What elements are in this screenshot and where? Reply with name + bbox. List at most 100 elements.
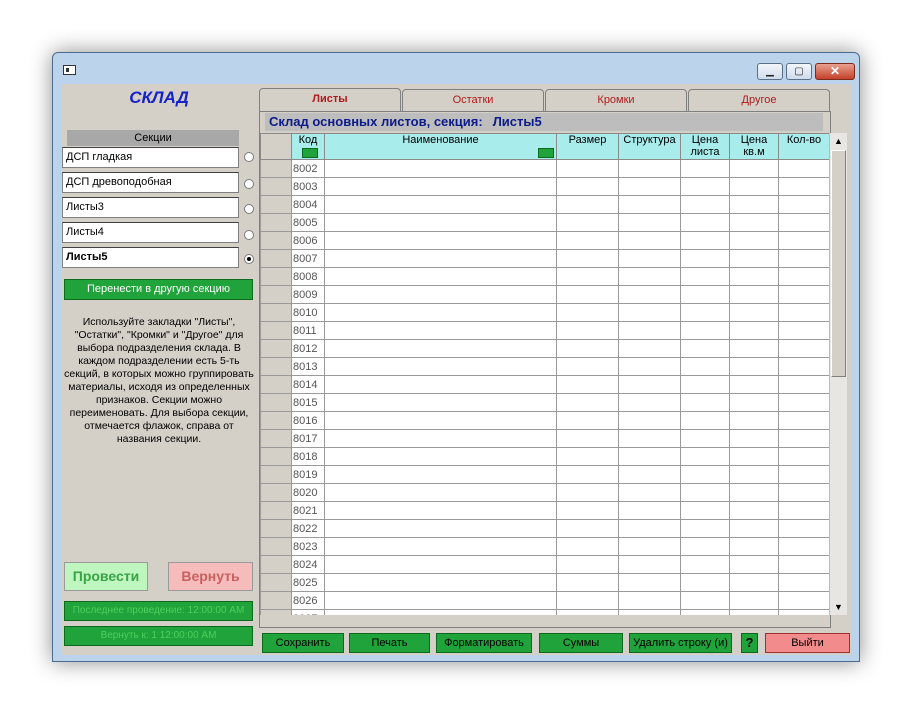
row-header[interactable] bbox=[260, 249, 292, 268]
table-cell[interactable] bbox=[778, 231, 829, 250]
table-cell[interactable] bbox=[729, 213, 779, 232]
cell-code[interactable]: 8019 bbox=[291, 465, 325, 484]
table-cell[interactable] bbox=[680, 591, 730, 610]
cell-code[interactable]: 8022 bbox=[291, 519, 325, 538]
table-cell[interactable] bbox=[556, 357, 619, 376]
table-cell[interactable] bbox=[680, 303, 730, 322]
table-cell[interactable] bbox=[556, 483, 619, 502]
format-button[interactable]: Форматировать bbox=[436, 633, 532, 653]
cell-code[interactable]: 8008 bbox=[291, 267, 325, 286]
table-cell[interactable] bbox=[729, 321, 779, 340]
row-header[interactable] bbox=[260, 231, 292, 250]
row-header[interactable] bbox=[260, 483, 292, 502]
table-cell[interactable] bbox=[556, 339, 619, 358]
table-row[interactable]: 8026 bbox=[260, 591, 829, 610]
table-cell[interactable] bbox=[324, 249, 557, 268]
table-row[interactable]: 8018 bbox=[260, 447, 829, 466]
table-row[interactable]: 8023 bbox=[260, 537, 829, 556]
table-cell[interactable] bbox=[729, 429, 779, 448]
row-header[interactable] bbox=[260, 429, 292, 448]
table-cell[interactable] bbox=[729, 591, 779, 610]
section-radio-2[interactable] bbox=[244, 179, 254, 189]
table-cell[interactable] bbox=[729, 195, 779, 214]
table-cell[interactable] bbox=[324, 429, 557, 448]
move-to-section-button[interactable]: Перенести в другую секцию bbox=[64, 279, 253, 300]
table-cell[interactable] bbox=[556, 591, 619, 610]
cell-code[interactable]: 8016 bbox=[291, 411, 325, 430]
table-cell[interactable] bbox=[778, 375, 829, 394]
row-header[interactable] bbox=[260, 519, 292, 538]
table-cell[interactable] bbox=[729, 357, 779, 376]
table-cell[interactable] bbox=[778, 177, 829, 196]
table-cell[interactable] bbox=[556, 195, 619, 214]
table-cell[interactable] bbox=[556, 267, 619, 286]
table-cell[interactable] bbox=[729, 285, 779, 304]
table-cell[interactable] bbox=[729, 339, 779, 358]
table-cell[interactable] bbox=[680, 411, 730, 430]
table-cell[interactable] bbox=[324, 519, 557, 538]
row-header[interactable] bbox=[260, 609, 292, 615]
row-header[interactable] bbox=[260, 537, 292, 556]
tab-drugoe[interactable]: Другое bbox=[688, 89, 830, 111]
table-cell[interactable] bbox=[680, 339, 730, 358]
table-row[interactable]: 8009 bbox=[260, 285, 829, 304]
table-cell[interactable] bbox=[324, 375, 557, 394]
table-cell[interactable] bbox=[618, 249, 681, 268]
table-row[interactable]: 8007 bbox=[260, 249, 829, 268]
table-row[interactable]: 8027 bbox=[260, 609, 829, 615]
row-header[interactable] bbox=[260, 159, 292, 178]
tab-ostatki[interactable]: Остатки bbox=[402, 89, 544, 111]
table-cell[interactable] bbox=[729, 249, 779, 268]
row-header[interactable] bbox=[260, 573, 292, 592]
table-cell[interactable] bbox=[729, 501, 779, 520]
table-cell[interactable] bbox=[680, 375, 730, 394]
table-row[interactable]: 8022 bbox=[260, 519, 829, 538]
table-cell[interactable] bbox=[556, 249, 619, 268]
table-cell[interactable] bbox=[729, 303, 779, 322]
maximize-button[interactable]: ▢ bbox=[786, 63, 812, 80]
table-cell[interactable] bbox=[680, 519, 730, 538]
table-cell[interactable] bbox=[729, 231, 779, 250]
table-cell[interactable] bbox=[324, 555, 557, 574]
table-cell[interactable] bbox=[324, 231, 557, 250]
cell-code[interactable]: 8017 bbox=[291, 429, 325, 448]
provesti-button[interactable]: Провести bbox=[64, 562, 148, 591]
table-cell[interactable] bbox=[778, 573, 829, 592]
table-row[interactable]: 8006 bbox=[260, 231, 829, 250]
cell-code[interactable]: 8005 bbox=[291, 213, 325, 232]
table-cell[interactable] bbox=[680, 231, 730, 250]
table-cell[interactable] bbox=[556, 519, 619, 538]
table-cell[interactable] bbox=[618, 483, 681, 502]
filter-marker[interactable] bbox=[302, 148, 318, 158]
table-cell[interactable] bbox=[618, 447, 681, 466]
table-cell[interactable] bbox=[680, 267, 730, 286]
table-cell[interactable] bbox=[618, 321, 681, 340]
cell-code[interactable]: 8012 bbox=[291, 339, 325, 358]
table-cell[interactable] bbox=[618, 159, 681, 178]
filter-marker[interactable] bbox=[538, 148, 554, 158]
row-header[interactable] bbox=[260, 357, 292, 376]
table-cell[interactable] bbox=[324, 303, 557, 322]
table-cell[interactable] bbox=[324, 609, 557, 615]
table-cell[interactable] bbox=[680, 213, 730, 232]
cell-code[interactable]: 8003 bbox=[291, 177, 325, 196]
table-cell[interactable] bbox=[618, 573, 681, 592]
table-cell[interactable] bbox=[618, 591, 681, 610]
table-cell[interactable] bbox=[556, 321, 619, 340]
table-cell[interactable] bbox=[778, 249, 829, 268]
print-button[interactable]: Печать bbox=[349, 633, 430, 653]
table-row[interactable]: 8016 bbox=[260, 411, 829, 430]
table-cell[interactable] bbox=[324, 159, 557, 178]
close-button[interactable]: ✕ bbox=[815, 63, 855, 80]
section-field-5[interactable]: Листы5 bbox=[62, 247, 239, 268]
cell-code[interactable]: 8009 bbox=[291, 285, 325, 304]
cell-code[interactable]: 8023 bbox=[291, 537, 325, 556]
section-radio-5[interactable] bbox=[244, 254, 254, 264]
table-cell[interactable] bbox=[680, 609, 730, 615]
scroll-thumb[interactable] bbox=[831, 150, 846, 377]
table-cell[interactable] bbox=[618, 177, 681, 196]
table-cell[interactable] bbox=[778, 447, 829, 466]
row-header[interactable] bbox=[260, 393, 292, 412]
table-cell[interactable] bbox=[778, 609, 829, 615]
table-cell[interactable] bbox=[778, 465, 829, 484]
